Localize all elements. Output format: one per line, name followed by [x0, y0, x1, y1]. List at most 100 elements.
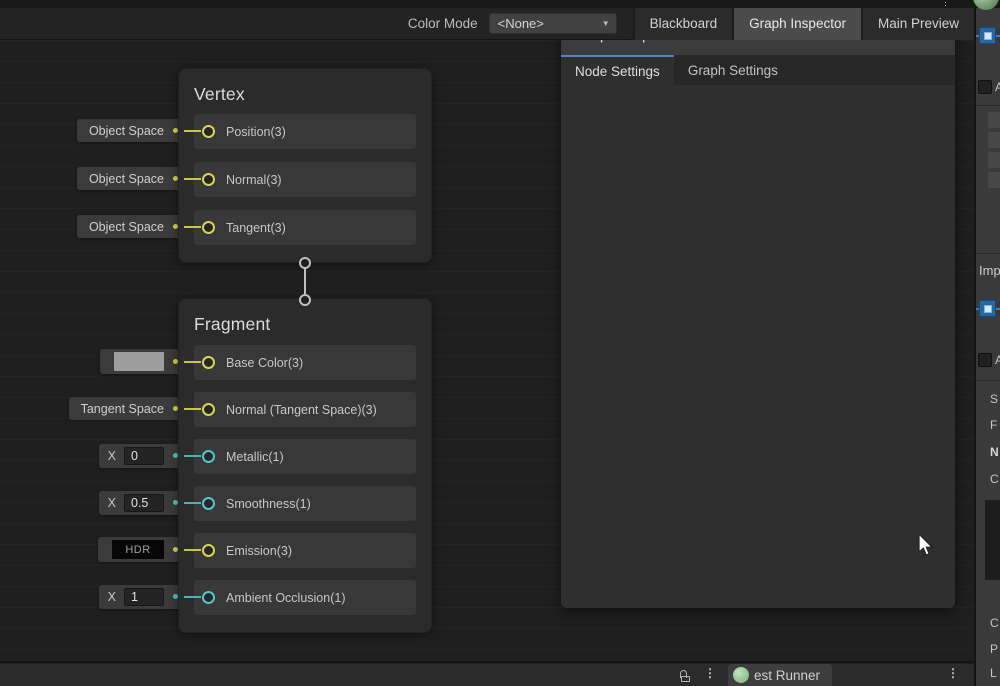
slot-label: Smoothness(1)	[226, 497, 311, 511]
fragment-slot-emission-3-[interactable]: Emission(3)	[194, 533, 416, 568]
inspector-label-fragment: C	[990, 616, 999, 630]
stack-connector-ring-icon[interactable]	[299, 257, 311, 269]
imported-object-header: Imp	[979, 263, 1000, 278]
port-icon[interactable]	[202, 403, 215, 416]
inspector-button[interactable]	[988, 112, 1000, 128]
hdr-color-swatch[interactable]: HDR	[112, 540, 164, 559]
port-connector-line	[184, 226, 201, 228]
color-picker-widget[interactable]	[100, 349, 184, 374]
graph-inspector-panel: Graph Inspector Node SettingsGraph Setti…	[561, 15, 955, 608]
port-connector-line	[184, 408, 201, 410]
top-kebab-menu-icon[interactable]: ⋮	[941, 0, 950, 8]
port-icon[interactable]	[202, 591, 215, 604]
slot-label: Normal(3)	[226, 173, 282, 187]
kebab-menu-icon[interactable]: ⋮	[947, 666, 959, 680]
inspector-checkbox[interactable]	[978, 80, 992, 94]
stack-connector-ring-icon[interactable]	[299, 294, 311, 306]
toolbar-button-blackboard[interactable]: Blackboard	[633, 8, 733, 40]
toolbar-button-graph-inspector[interactable]: Graph Inspector	[732, 8, 861, 40]
color-swatch[interactable]	[114, 352, 164, 371]
fragment-slot-smoothness-1-[interactable]: Smoothness(1)	[194, 486, 416, 521]
divider	[976, 380, 1000, 381]
port-icon[interactable]	[202, 221, 215, 234]
float-input-widget[interactable]: X 0.5	[99, 491, 184, 515]
float-value-field[interactable]: 0	[124, 447, 164, 465]
vertex-node[interactable]: Vertex Position(3) Normal(3) Tangent(3)	[178, 68, 432, 263]
port-icon[interactable]	[202, 125, 215, 138]
space-dropdown-label: Object Space	[89, 172, 164, 186]
space-dropdown[interactable]: Tangent Space	[69, 397, 184, 420]
space-dropdown-label: Object Space	[89, 124, 164, 138]
tab-node-settings[interactable]: Node Settings	[561, 55, 674, 85]
port-connector-line	[184, 502, 201, 504]
status-bar: ⋮ est Runner ⋮	[0, 664, 974, 686]
inspector-label-fragment: N	[990, 445, 999, 459]
slot-label: Tangent(3)	[226, 221, 286, 235]
toolbar-button-main-preview[interactable]: Main Preview	[861, 8, 974, 40]
inspector-preview-box	[985, 500, 1000, 580]
slot-label: Emission(3)	[226, 544, 292, 558]
inspector-label-fragment: C	[990, 472, 999, 486]
fragment-node[interactable]: FragmentBase Color(3)Normal (Tangent Spa…	[178, 298, 432, 633]
inspector-label-fragment: L	[990, 666, 997, 680]
tab-graph-settings[interactable]: Graph Settings	[674, 55, 792, 85]
inspector-label-fragment: F	[990, 418, 997, 432]
panel-divider[interactable]	[974, 8, 976, 686]
inspector-label-fragment: S	[990, 392, 998, 406]
inspector-button[interactable]	[988, 152, 1000, 168]
vertex-slot-position-3-[interactable]: Position(3)	[194, 114, 416, 149]
port-connector-line	[184, 130, 201, 132]
color-mode-value: <None>	[498, 16, 544, 31]
float-value-field[interactable]: 1	[124, 588, 164, 606]
slot-label: Position(3)	[226, 125, 286, 139]
inspector-label-fragment: P	[990, 642, 998, 656]
fragment-slot-metallic-1-[interactable]: Metallic(1)	[194, 439, 416, 474]
fragment-slot-ambient-occlusion-1-[interactable]: Ambient Occlusion(1)	[194, 580, 416, 615]
space-dropdown[interactable]: Object Space	[77, 119, 184, 142]
vertex-slot-tangent-3-[interactable]: Tangent(3)	[194, 210, 416, 245]
float-input-widget[interactable]: X1	[99, 585, 184, 609]
shader-graph-toolbar: Color Mode <None> ▼ BlackboardGraph Insp…	[0, 8, 974, 40]
port-connector-line	[184, 178, 201, 180]
inspector-checkbox[interactable]	[978, 353, 992, 367]
slot-label: Normal (Tangent Space)(3)	[226, 403, 377, 417]
color-mode-dropdown[interactable]: <None> ▼	[489, 13, 617, 34]
vertex-node-title: Vertex	[179, 69, 431, 105]
window-top-strip: ⋮	[0, 0, 1000, 8]
mouse-cursor	[916, 533, 938, 557]
port-connector-line	[184, 596, 201, 598]
test-runner-tab-label: est Runner	[754, 668, 820, 683]
inspector-button[interactable]	[988, 172, 1000, 188]
port-icon[interactable]	[202, 450, 215, 463]
float-input-widget[interactable]: X0	[99, 444, 184, 468]
kebab-menu-icon[interactable]: ⋮	[704, 666, 716, 680]
axis-label: X	[108, 590, 116, 604]
hdr-color-widget[interactable]: HDR	[98, 537, 184, 562]
shader-graph-asset-icon	[979, 300, 996, 317]
port-icon[interactable]	[202, 544, 215, 557]
space-dropdown[interactable]: Object Space	[77, 215, 184, 238]
slot-label: Metallic(1)	[226, 450, 284, 464]
toolbar-toggle-buttons: BlackboardGraph InspectorMain Preview	[633, 8, 974, 40]
axis-label: X	[108, 496, 116, 510]
checkbox-label-fragment: A	[995, 353, 1000, 367]
unity-inspector-strip: A Imp A SFNCB CPL	[976, 8, 1000, 686]
port-connector-line	[184, 455, 201, 457]
unlock-icon[interactable]	[680, 670, 691, 682]
port-icon[interactable]	[202, 173, 215, 186]
divider	[976, 253, 1000, 254]
space-dropdown[interactable]: Object Space	[77, 167, 184, 190]
fragment-slot-base-color-3-[interactable]: Base Color(3)	[194, 345, 416, 380]
port-icon[interactable]	[202, 497, 215, 510]
inspector-tab-row: Node SettingsGraph Settings	[561, 55, 955, 85]
port-icon[interactable]	[202, 356, 215, 369]
fragment-slot-normal-tangent-space-3-[interactable]: Normal (Tangent Space)(3)	[194, 392, 416, 427]
test-runner-status-icon	[733, 667, 749, 683]
port-connector-line	[184, 361, 201, 363]
divider	[976, 105, 1000, 106]
float-value-field[interactable]: 0.5	[124, 494, 164, 512]
inspector-button[interactable]	[988, 132, 1000, 148]
vertex-slot-normal-3-[interactable]: Normal(3)	[194, 162, 416, 197]
space-dropdown-label: Tangent Space	[81, 402, 164, 416]
slot-label: Ambient Occlusion(1)	[226, 591, 346, 605]
